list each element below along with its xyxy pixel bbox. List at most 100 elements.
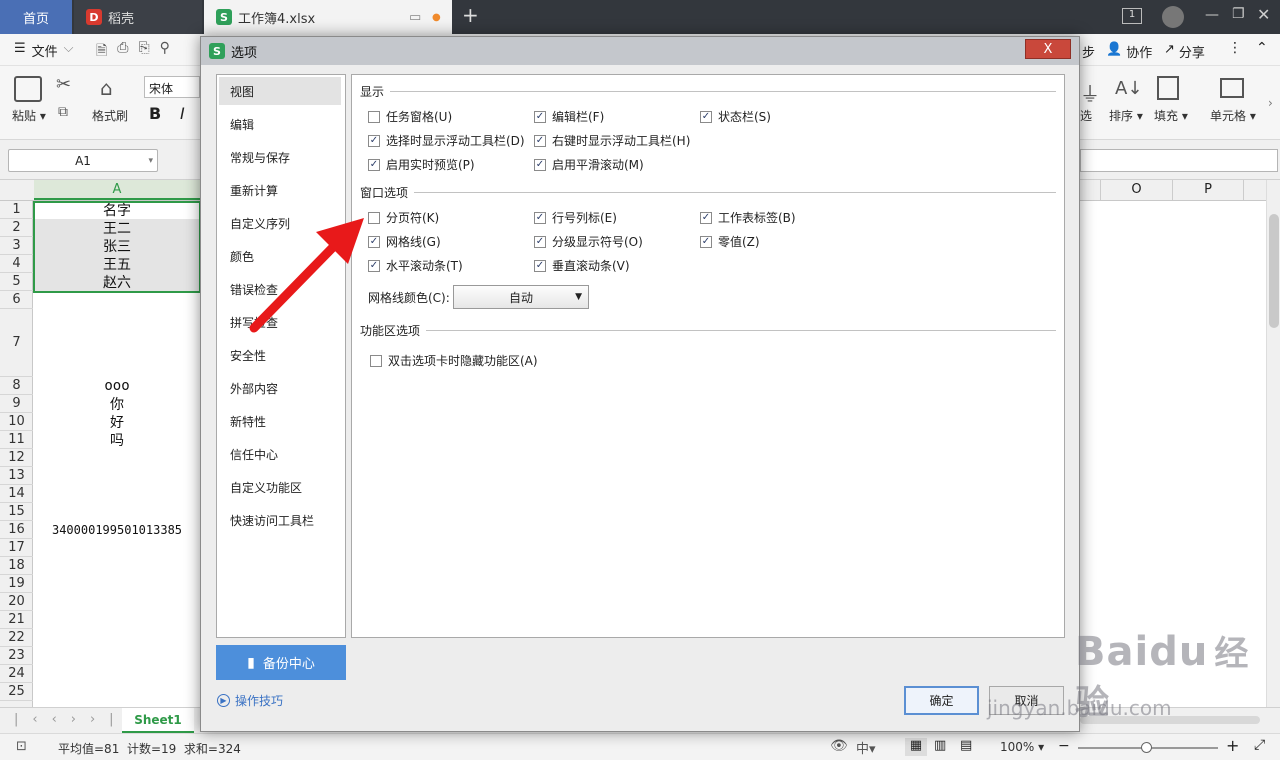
gridline-color-select[interactable]: 自动 ▼ bbox=[453, 285, 589, 309]
row-header[interactable]: 9 bbox=[0, 395, 33, 413]
ribbon-scroll-icon[interactable]: › bbox=[1268, 96, 1273, 110]
backup-center-button[interactable]: ▮ 备份中心 bbox=[216, 645, 346, 680]
collaborate-button[interactable]: 👤 协作 bbox=[1106, 42, 1152, 61]
option-horizontal-scrollbar[interactable]: ✓ 水平滚动条(T) bbox=[368, 257, 463, 274]
zoom-select[interactable]: 100% ▾ bbox=[1000, 740, 1044, 754]
checkbox-checked[interactable]: ✓ bbox=[534, 211, 546, 224]
row-header[interactable]: 4 bbox=[0, 255, 33, 273]
sort-icon[interactable]: A↓ bbox=[1115, 78, 1142, 99]
cell-a3[interactable]: 张三 bbox=[34, 237, 200, 255]
checkbox-checked[interactable]: ✓ bbox=[700, 235, 712, 248]
fill-icon[interactable] bbox=[1157, 76, 1179, 100]
cell-a11[interactable]: 吗 bbox=[34, 431, 200, 449]
paste-button[interactable]: 粘贴 ▾ bbox=[12, 107, 46, 124]
cell-a2[interactable]: 王二 bbox=[34, 219, 200, 237]
option-smooth-scroll[interactable]: ✓ 启用平滑滚动(M) bbox=[534, 156, 644, 173]
scrollbar-thumb[interactable] bbox=[1269, 214, 1279, 328]
row-header[interactable]: 18 bbox=[0, 557, 33, 575]
cell-a9[interactable]: 你 bbox=[34, 395, 200, 413]
zoom-in-icon[interactable]: + bbox=[1226, 736, 1239, 755]
print-preview-icon[interactable]: ⎘ bbox=[138, 40, 149, 64]
row-header[interactable]: 10 bbox=[0, 413, 33, 431]
option-edit-bar[interactable]: ✓ 编辑栏(F) bbox=[534, 108, 604, 125]
row-header[interactable]: 8 bbox=[0, 377, 33, 395]
page-layout-icon[interactable]: ▥ bbox=[934, 738, 946, 753]
close-window-icon[interactable]: ✕ bbox=[1257, 5, 1270, 24]
macro-icon[interactable]: ⊡ bbox=[16, 739, 27, 754]
font-select[interactable]: 宋体 bbox=[144, 76, 200, 98]
cell-button[interactable]: 单元格 ▾ bbox=[1210, 107, 1256, 124]
zoom-slider[interactable] bbox=[1078, 742, 1218, 753]
checkbox-checked[interactable]: ✓ bbox=[368, 134, 380, 147]
option-task-pane[interactable]: 任务窗格(U) bbox=[368, 108, 452, 125]
copy-icon[interactable]: ⧉ bbox=[58, 104, 68, 120]
tips-link[interactable]: ▶ 操作技巧 bbox=[217, 692, 283, 709]
row-header[interactable]: 12 bbox=[0, 449, 33, 467]
option-live-preview[interactable]: ✓ 启用实时预览(P) bbox=[368, 156, 475, 173]
bold-button[interactable]: B bbox=[149, 104, 161, 123]
format-painter-button[interactable]: 格式刷 bbox=[92, 107, 128, 124]
row-header[interactable]: 6 bbox=[0, 291, 33, 309]
share-button[interactable]: ↗ 分享 bbox=[1164, 42, 1205, 61]
nav-item-trust-center[interactable]: 信任中心 bbox=[219, 440, 341, 468]
row-header[interactable]: 20 bbox=[0, 593, 33, 611]
sheet-nav-arrows[interactable]: |‹‹››| bbox=[14, 712, 128, 727]
checkbox-checked[interactable]: ✓ bbox=[534, 235, 546, 248]
search-icon[interactable]: ⚲ bbox=[160, 40, 170, 64]
row-header[interactable]: 24 bbox=[0, 665, 33, 683]
collapse-icon[interactable]: ⌃ bbox=[1256, 40, 1268, 56]
restore-icon[interactable]: ❐ bbox=[1232, 6, 1245, 22]
row-header[interactable]: 16 bbox=[0, 521, 33, 539]
checkbox-checked[interactable]: ✓ bbox=[368, 158, 380, 171]
new-tab-button[interactable]: + bbox=[462, 3, 479, 27]
file-menu[interactable]: ☰ 文件 ⌵ bbox=[14, 41, 74, 60]
zoom-out-icon[interactable]: − bbox=[1058, 738, 1070, 754]
cell-a4[interactable]: 王五 bbox=[34, 255, 200, 273]
cell-a16[interactable]: 340000199501013385 bbox=[34, 521, 200, 539]
avatar[interactable] bbox=[1162, 6, 1184, 28]
cell-icon[interactable] bbox=[1220, 78, 1244, 98]
tab-workbook[interactable]: S 工作簿4.xlsx ▭ ● bbox=[204, 0, 452, 34]
nav-item-external-content[interactable]: 外部内容 bbox=[219, 374, 341, 402]
nav-item-quick-access[interactable]: 快速访问工具栏 bbox=[219, 506, 341, 534]
formula-input[interactable] bbox=[1080, 149, 1278, 172]
cell-a1[interactable]: 名字 bbox=[34, 201, 200, 219]
minimize-icon[interactable]: — bbox=[1205, 7, 1219, 23]
nav-item-security[interactable]: 安全性 bbox=[219, 341, 341, 369]
row-header[interactable]: 17 bbox=[0, 539, 33, 557]
checkbox[interactable] bbox=[368, 110, 380, 123]
ok-button[interactable]: 确定 bbox=[904, 686, 979, 715]
normal-view-icon[interactable]: ▦ bbox=[905, 738, 927, 756]
row-header[interactable]: 23 bbox=[0, 647, 33, 665]
row-header[interactable]: 13 bbox=[0, 467, 33, 485]
option-vertical-scrollbar[interactable]: ✓ 垂直滚动条(V) bbox=[534, 257, 630, 274]
checkbox-checked[interactable]: ✓ bbox=[534, 134, 546, 147]
cell-a5[interactable]: 赵六 bbox=[34, 273, 200, 291]
row-header[interactable]: 19 bbox=[0, 575, 33, 593]
nav-item-view[interactable]: 视图 bbox=[219, 77, 341, 105]
filter-label[interactable]: 选 bbox=[1080, 107, 1092, 124]
dialog-close-button[interactable]: X bbox=[1025, 39, 1071, 59]
option-zero-values[interactable]: ✓ 零值(Z) bbox=[700, 233, 760, 250]
checkbox-checked[interactable]: ✓ bbox=[700, 211, 712, 224]
cell-a10[interactable]: 好 bbox=[34, 413, 200, 431]
row-header[interactable]: 7 bbox=[0, 309, 33, 377]
row-header[interactable]: 2 bbox=[0, 219, 33, 237]
nav-item-recalculate[interactable]: 重新计算 bbox=[219, 176, 341, 204]
nav-item-general-save[interactable]: 常规与保存 bbox=[219, 143, 341, 171]
row-header[interactable]: 22 bbox=[0, 629, 33, 647]
checkbox-checked[interactable]: ✓ bbox=[534, 110, 546, 123]
paste-icon[interactable] bbox=[14, 76, 42, 102]
column-o-header[interactable]: O bbox=[1100, 180, 1172, 200]
option-outline-symbols[interactable]: ✓ 分级显示符号(O) bbox=[534, 233, 643, 250]
monitor-icon[interactable]: ▭ bbox=[409, 10, 421, 25]
name-box[interactable]: A1 ▾ bbox=[8, 149, 158, 172]
row-header[interactable]: 21 bbox=[0, 611, 33, 629]
cell-a8[interactable]: ooo bbox=[34, 377, 200, 395]
tab-home[interactable]: 首页 bbox=[0, 0, 72, 34]
checkbox[interactable] bbox=[370, 354, 382, 367]
checkbox-checked[interactable]: ✓ bbox=[700, 110, 712, 123]
column-p-header[interactable]: P bbox=[1172, 180, 1244, 200]
row-header[interactable]: 5 bbox=[0, 273, 33, 291]
nav-item-new-features[interactable]: 新特性 bbox=[219, 407, 341, 435]
